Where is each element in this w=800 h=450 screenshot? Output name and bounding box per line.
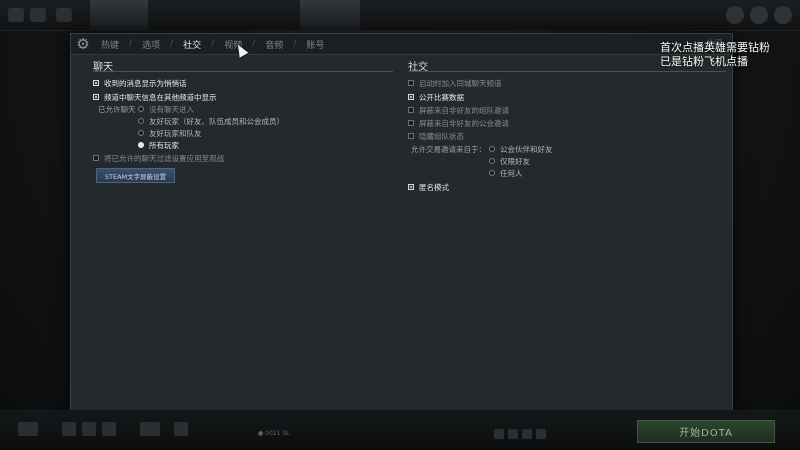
radio-button[interactable] <box>138 130 144 136</box>
party-icon[interactable] <box>62 422 76 436</box>
player-banner[interactable] <box>300 0 360 30</box>
settings-shortcut-icon[interactable] <box>30 8 46 22</box>
chat-section-divider <box>93 71 393 72</box>
allow-chat-option-none[interactable]: 没有聊天进入 <box>138 104 194 114</box>
allow-chat-option-friendly[interactable]: 友好玩家（好友、队伍成员和公会成员） <box>138 116 284 126</box>
profile-icon[interactable] <box>726 6 744 24</box>
radio-button[interactable] <box>489 170 495 176</box>
overlay-line: 已是钻粉飞机点播 <box>660 55 748 68</box>
tab-audio[interactable]: 音频 <box>265 38 283 51</box>
trade-option-friends-only[interactable]: 仅限好友 <box>489 156 530 166</box>
hero-portrait[interactable] <box>90 0 148 30</box>
radio-button-selected[interactable] <box>138 142 144 148</box>
tab-social[interactable]: 社交 <box>183 38 201 51</box>
join-city-channel-checkbox[interactable]: 启动时加入同城聊天频道 <box>408 78 502 88</box>
tab-separator: / <box>252 39 256 49</box>
party-slot-icon[interactable] <box>102 422 116 436</box>
settings-tabs: 热键 / 选项 / 社交 / 视频 / 音频 / 账号 <box>101 34 324 54</box>
checkbox-label: 启动时加入同城聊天频道 <box>419 78 502 88</box>
checkbox-box[interactable] <box>408 107 414 113</box>
anonymous-mode-checkbox[interactable]: 匿名模式 <box>408 182 449 192</box>
radio-label: 所有玩家 <box>149 140 179 150</box>
gear-icon[interactable]: ⚙ <box>75 36 91 52</box>
settings-tab-bar: ⚙ 热键 / 选项 / 社交 / 视频 / 音频 / 账号 关闭 <box>71 34 732 55</box>
radio-label: 友好玩家和队友 <box>149 128 202 138</box>
trade-invite-label: 允许交易邀请来自于： <box>411 145 486 154</box>
trade-option-anyone[interactable]: 任何人 <box>489 168 523 178</box>
tab-options[interactable]: 选项 <box>142 38 160 51</box>
show-channel-checkbox[interactable]: 频道中聊天信息在其他频道中显示 <box>93 92 217 102</box>
top-navigation-bar <box>0 0 800 31</box>
checkbox-label: 隐藏组队状态 <box>419 131 464 141</box>
settings-panel: ⚙ 热键 / 选项 / 社交 / 视频 / 音频 / 账号 关闭 聊天 收到的消… <box>70 33 733 418</box>
steam-text-filter-button[interactable]: STEAM文字屏蔽设置 <box>96 168 175 183</box>
apply-filter-spectate-checkbox[interactable]: 将已允许的聊天过滤设置应用至观战 <box>93 153 224 163</box>
radio-button[interactable] <box>489 158 495 164</box>
radio-label: 友好玩家（好友、队伍成员和公会成员） <box>149 116 284 126</box>
checkbox-box[interactable] <box>408 184 414 190</box>
checkbox-box[interactable] <box>93 94 99 100</box>
block-team-invites-checkbox[interactable]: 屏蔽来自非好友的组队邀请 <box>408 105 509 115</box>
allow-chat-option-all[interactable]: 所有玩家 <box>138 140 179 150</box>
friend-avatar[interactable] <box>140 422 160 436</box>
play-dota-button[interactable]: 开始DOTA <box>637 420 775 443</box>
radio-label: 公会伙伴和好友 <box>500 144 553 154</box>
nav-icon[interactable] <box>56 8 72 22</box>
settings-small-icon[interactable] <box>494 429 504 439</box>
chat-icon[interactable] <box>18 422 38 436</box>
party-slot-icon[interactable] <box>82 422 96 436</box>
radio-button[interactable] <box>489 146 495 152</box>
show-whisper-checkbox[interactable]: 收到的消息显示为悄悄话 <box>93 78 187 88</box>
menu-icon[interactable] <box>8 8 24 22</box>
stream-overlay-text: 首次点播英雄需要钻粉 已是钻粉飞机点播 <box>660 41 770 69</box>
allow-chat-option-teammates[interactable]: 友好玩家和队友 <box>138 128 202 138</box>
allow-chat-label: 已允许聊天 <box>98 105 136 114</box>
checkbox-box[interactable] <box>408 80 414 86</box>
checkbox-box[interactable] <box>93 155 99 161</box>
power-icon[interactable] <box>774 6 792 24</box>
friends-icon[interactable] <box>750 6 768 24</box>
overlay-line: 首次点播英雄需要钻粉 <box>660 41 770 54</box>
checkbox-label: 将已允许的聊天过滤设置应用至观战 <box>104 153 224 163</box>
hide-team-status-checkbox[interactable]: 隐藏组队状态 <box>408 131 464 141</box>
checkbox-label: 屏蔽来自非好友的公会邀请 <box>419 118 509 128</box>
connection-status: ● 0021 0L <box>258 430 290 437</box>
radio-label: 任何人 <box>500 168 523 178</box>
tab-hotkeys[interactable]: 热键 <box>101 38 119 51</box>
radio-button[interactable] <box>138 106 144 112</box>
checkbox-label: 频道中聊天信息在其他频道中显示 <box>104 92 217 102</box>
social-section-divider <box>408 71 726 72</box>
radio-label: 仅限好友 <box>500 156 530 166</box>
checkbox-label: 公开比赛数据 <box>419 92 464 102</box>
radio-button[interactable] <box>138 118 144 124</box>
tab-separator: / <box>211 39 215 49</box>
checkbox-box[interactable] <box>408 94 414 100</box>
trade-option-guild-friends[interactable]: 公会伙伴和好友 <box>489 144 553 154</box>
share-icon[interactable] <box>522 429 532 439</box>
tab-separator: / <box>293 39 297 49</box>
tab-account[interactable]: 账号 <box>306 38 324 51</box>
checkbox-label: 匿名模式 <box>419 182 449 192</box>
tab-separator: / <box>170 39 174 49</box>
tab-separator: / <box>129 39 133 49</box>
public-match-data-checkbox[interactable]: 公开比赛数据 <box>408 92 464 102</box>
checkbox-label: 收到的消息显示为悄悄话 <box>104 78 187 88</box>
info-icon[interactable] <box>536 429 546 439</box>
top-right-controls <box>726 6 792 24</box>
checkbox-box[interactable] <box>93 80 99 86</box>
radio-label: 没有聊天进入 <box>149 104 194 114</box>
party-slot-icon[interactable] <box>174 422 188 436</box>
twitter-icon[interactable] <box>508 429 518 439</box>
checkbox-box[interactable] <box>408 133 414 139</box>
block-guild-invites-checkbox[interactable]: 屏蔽来自非好友的公会邀请 <box>408 118 509 128</box>
checkbox-box[interactable] <box>408 120 414 126</box>
checkbox-label: 屏蔽来自非好友的组队邀请 <box>419 105 509 115</box>
